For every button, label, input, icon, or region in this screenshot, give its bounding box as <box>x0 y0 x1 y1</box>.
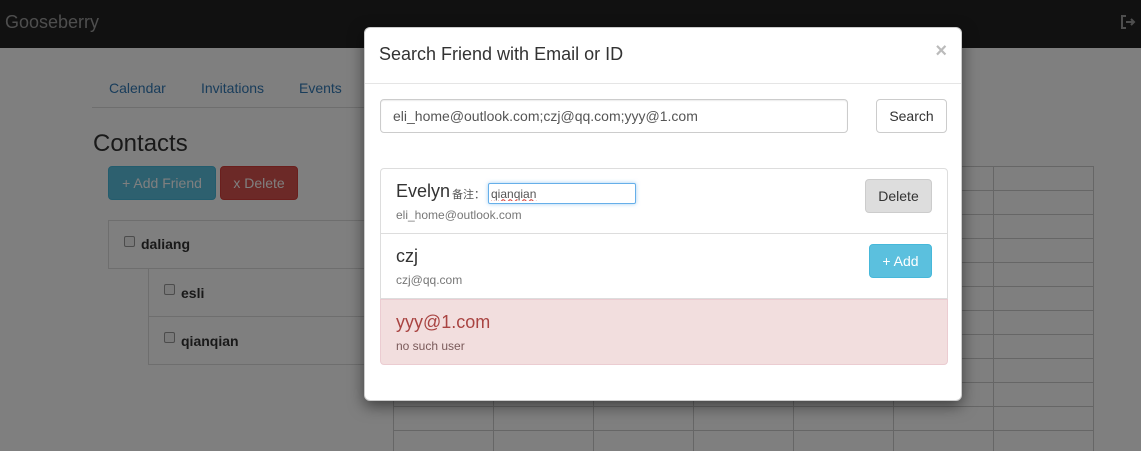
result-name: yyy@1.com <box>396 312 491 332</box>
search-friend-modal: Search Friend with Email or ID × Search … <box>364 27 962 401</box>
result-email: czj@qq.com <box>396 273 463 287</box>
close-icon[interactable]: × <box>935 40 947 63</box>
result-item-evelyn: Evelyn 备注： eli_home@outlook.com Delete <box>380 168 948 234</box>
note-label: 备注： <box>452 189 485 201</box>
result-item-czj: czj czj@qq.com + Add <box>380 233 948 299</box>
search-button[interactable]: Search <box>876 99 947 133</box>
result-item-not-found: yyy@1.com no such user <box>380 299 948 365</box>
note-input[interactable] <box>488 183 636 204</box>
modal-header: Search Friend with Email or ID × <box>365 28 961 84</box>
add-friend-result-button[interactable]: + Add <box>869 244 932 278</box>
search-input[interactable] <box>380 99 848 133</box>
modal-title: Search Friend with Email or ID <box>379 44 624 64</box>
result-name: czj <box>396 246 418 266</box>
result-name: Evelyn <box>396 181 451 201</box>
result-status: no such user <box>396 339 465 353</box>
delete-friend-button[interactable]: Delete <box>865 179 932 213</box>
result-email: eli_home@outlook.com <box>396 208 522 222</box>
